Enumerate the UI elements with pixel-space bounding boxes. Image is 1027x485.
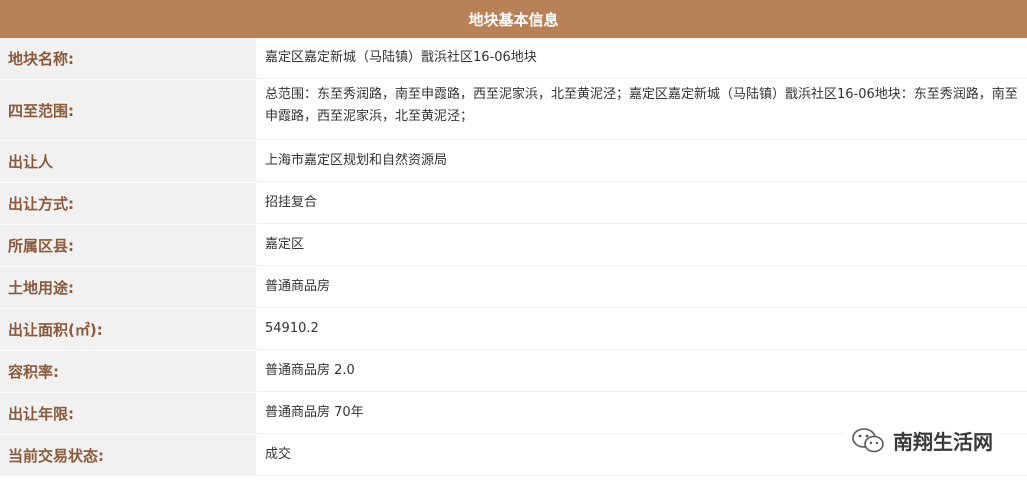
table-row-grantor: 出让人 上海市嘉定区规划和自然资源局 bbox=[0, 141, 1027, 183]
wechat-icon bbox=[852, 427, 884, 452]
row-label: 出让方式: bbox=[0, 183, 257, 224]
row-label: 出让面积(㎡): bbox=[0, 309, 257, 350]
table-row-boundaries: 四至范围: 总范围：东至秀润路，南至申霞路，西至泥家浜，北至黄泥泾；嘉定区嘉定新… bbox=[0, 80, 1027, 141]
row-label: 出让人 bbox=[0, 141, 257, 182]
row-value: 嘉定区嘉定新城（马陆镇）戬浜社区16-06地块 bbox=[257, 38, 1027, 79]
row-value: 54910.2 bbox=[257, 309, 1027, 350]
row-label: 当前交易状态: bbox=[0, 435, 257, 476]
table-row-plot-ratio: 容积率: 普通商品房 2.0 bbox=[0, 351, 1027, 393]
land-info-table: 地块基本信息 地块名称: 嘉定区嘉定新城（马陆镇）戬浜社区16-06地块 四至范… bbox=[0, 0, 1027, 477]
row-value: 总范围：东至秀润路，南至申霞路，西至泥家浜，北至黄泥泾；嘉定区嘉定新城（马陆镇）… bbox=[257, 80, 1027, 140]
watermark-text: 南翔生活网 bbox=[893, 430, 993, 454]
row-label: 出让年限: bbox=[0, 393, 257, 434]
row-value: 普通商品房 2.0 bbox=[257, 351, 1027, 392]
table-row-land-name: 地块名称: 嘉定区嘉定新城（马陆镇）戬浜社区16-06地块 bbox=[0, 38, 1027, 80]
row-value: 上海市嘉定区规划和自然资源局 bbox=[257, 141, 1027, 182]
watermark: 南翔生活网 bbox=[845, 424, 999, 457]
table-header: 地块基本信息 bbox=[0, 0, 1027, 38]
row-label: 四至范围: bbox=[0, 80, 257, 140]
table-row-land-use: 土地用途: 普通商品房 bbox=[0, 267, 1027, 309]
row-value: 普通商品房 bbox=[257, 267, 1027, 308]
row-label: 土地用途: bbox=[0, 267, 257, 308]
row-label: 容积率: bbox=[0, 351, 257, 392]
row-label: 地块名称: bbox=[0, 38, 257, 79]
table-row-district: 所属区县: 嘉定区 bbox=[0, 225, 1027, 267]
table-row-area: 出让面积(㎡): 54910.2 bbox=[0, 309, 1027, 351]
row-value: 招挂复合 bbox=[257, 183, 1027, 224]
row-label: 所属区县: bbox=[0, 225, 257, 266]
table-row-method: 出让方式: 招挂复合 bbox=[0, 183, 1027, 225]
table-title: 地块基本信息 bbox=[468, 10, 559, 29]
row-value: 嘉定区 bbox=[257, 225, 1027, 266]
